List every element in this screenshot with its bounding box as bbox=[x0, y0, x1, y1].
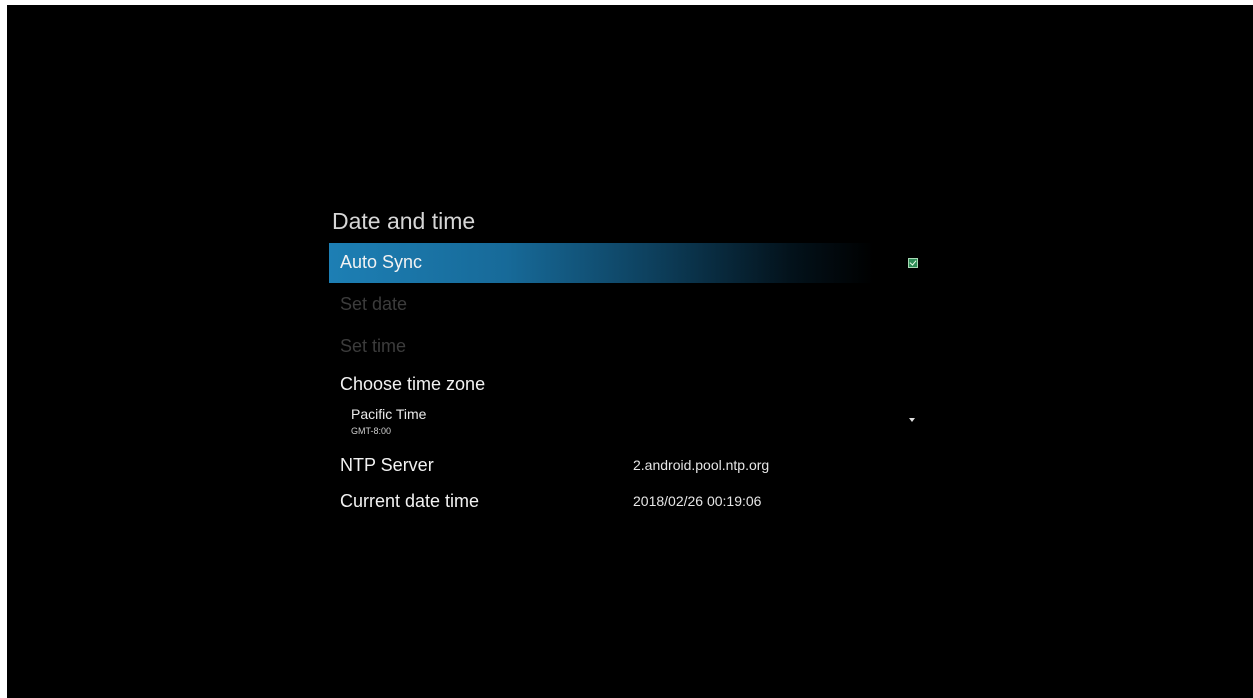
auto-sync-row[interactable]: Auto Sync bbox=[329, 243, 921, 283]
tv-screen: Date and time Auto Sync Set date Set tim… bbox=[7, 5, 1253, 698]
time-zone-offset: GMT-8:00 bbox=[351, 426, 392, 436]
set-time-label: Set time bbox=[340, 336, 407, 356]
page-title: Date and time bbox=[332, 208, 476, 234]
set-time-row[interactable]: Set time bbox=[329, 327, 921, 367]
choose-time-zone-label: Choose time zone bbox=[340, 374, 486, 394]
ntp-server-value: 2.android.pool.ntp.org bbox=[633, 457, 770, 473]
time-zone-name: Pacific Time bbox=[351, 406, 427, 422]
ntp-server-row[interactable]: NTP Server 2.android.pool.ntp.org bbox=[329, 446, 921, 486]
current-date-time-row: Current date time 2018/02/26 00:19:06 bbox=[329, 482, 921, 522]
auto-sync-label: Auto Sync bbox=[340, 252, 423, 272]
choose-time-zone-row[interactable]: Choose time zone bbox=[329, 365, 921, 405]
ntp-server-label: NTP Server bbox=[340, 455, 434, 475]
set-date-row[interactable]: Set date bbox=[329, 285, 921, 325]
dropdown-arrow-icon[interactable] bbox=[909, 418, 915, 422]
current-date-time-value: 2018/02/26 00:19:06 bbox=[633, 493, 762, 509]
set-date-label: Set date bbox=[340, 294, 408, 314]
current-date-time-label: Current date time bbox=[340, 491, 480, 511]
checkbox-checked-icon[interactable] bbox=[908, 258, 918, 268]
